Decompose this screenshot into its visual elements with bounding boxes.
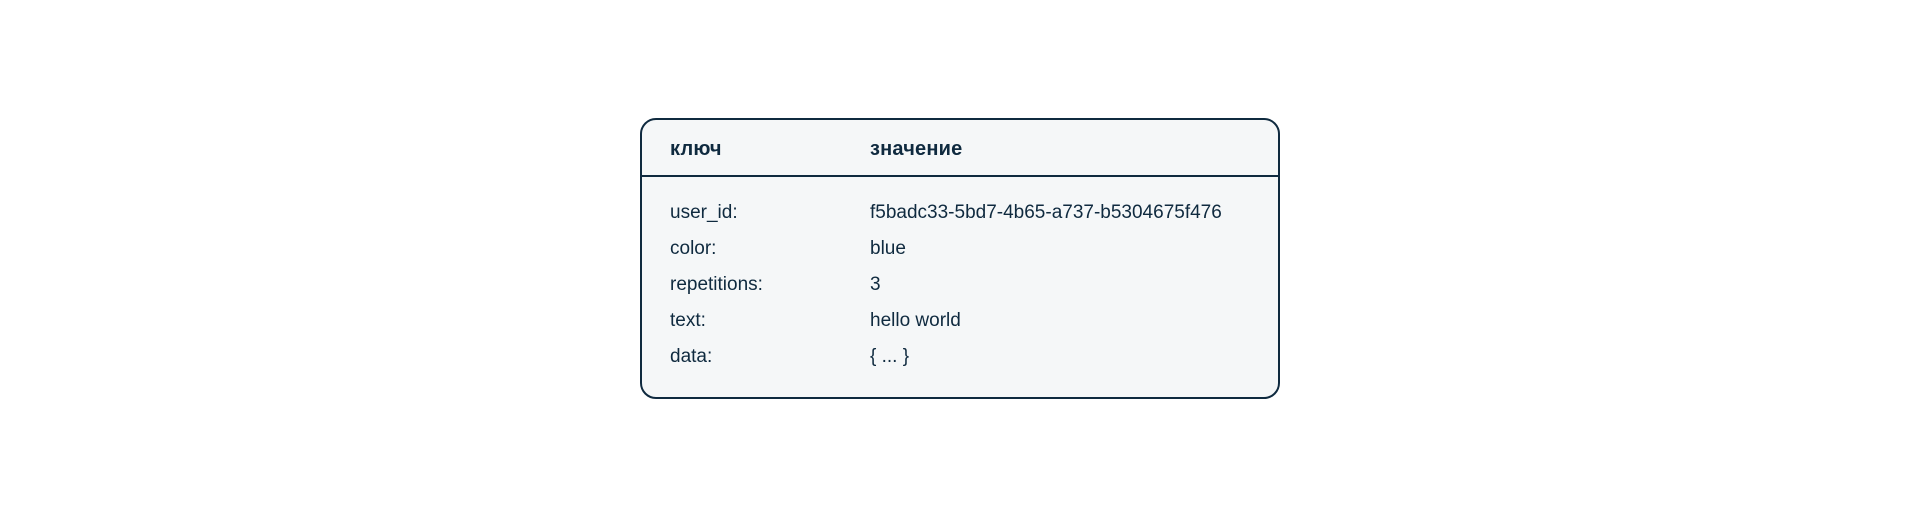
row-key: color: [670,238,716,259]
table-body: user_id: f5badc33-5bd7-4b65-a737-b530467… [642,177,1278,397]
table-row: text: hello world [670,303,1250,339]
row-value: hello world [870,310,961,331]
row-value: { ... } [870,346,909,367]
header-value-label: значение [870,138,962,160]
row-key: repetitions: [670,274,763,295]
row-value: 3 [870,274,881,295]
row-key: text: [670,310,706,331]
table-row: repetitions: 3 [670,267,1250,303]
table-row: user_id: f5badc33-5bd7-4b65-a737-b530467… [670,195,1250,231]
row-key: data: [670,346,712,367]
row-value: f5badc33-5bd7-4b65-a737-b5304675f476 [870,202,1222,223]
table-header: ключ значение [642,120,1278,177]
table-row: color: blue [670,231,1250,267]
kv-table-card: ключ значение user_id: f5badc33-5bd7-4b6… [640,118,1280,399]
header-key-label: ключ [670,138,722,160]
table-row: data: { ... } [670,339,1250,375]
row-key: user_id: [670,202,738,223]
row-value: blue [870,238,906,259]
